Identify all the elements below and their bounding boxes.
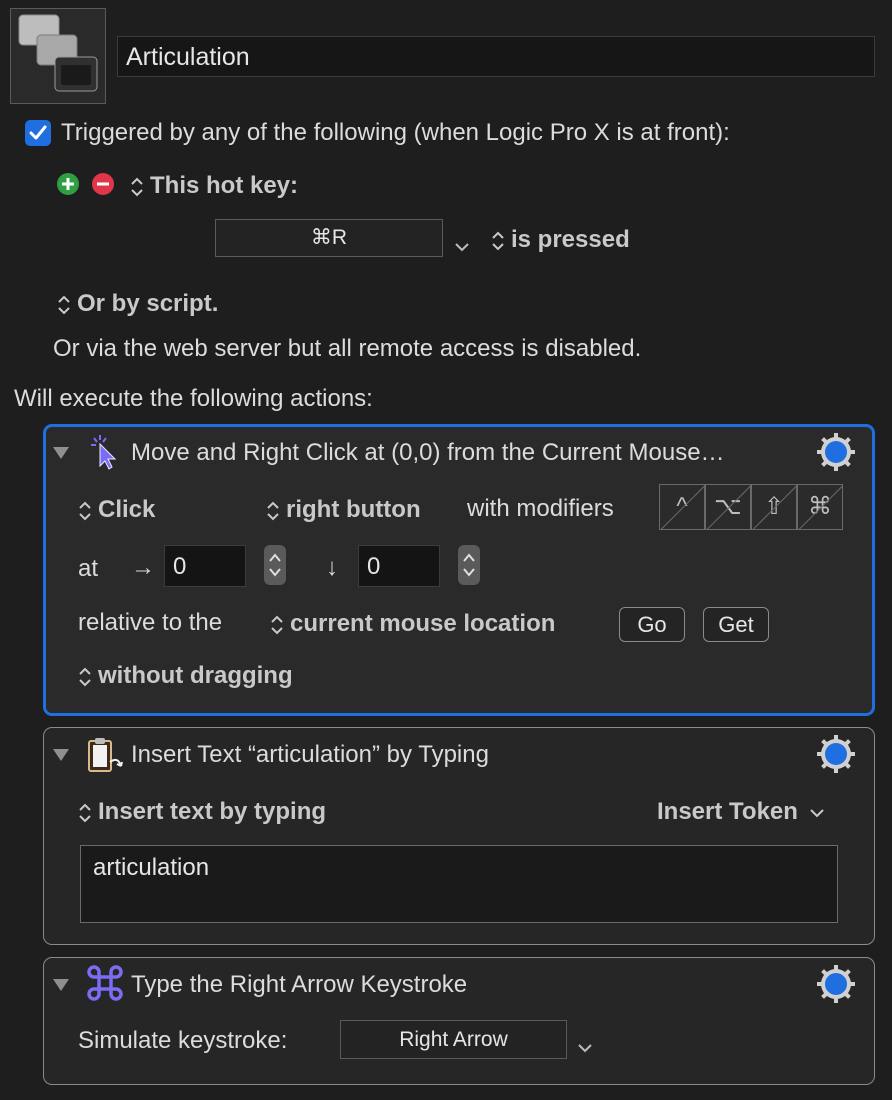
control-modifier-toggle[interactable]: ^ [659,484,705,530]
chevron-down-icon[interactable] [454,232,470,260]
hotkey-value: ⌘R [310,226,348,249]
gear-icon[interactable] [816,432,856,472]
updown-icon [266,500,280,522]
insert-mode-label: Insert text by typing [98,798,327,825]
disclosure-triangle-icon[interactable] [53,749,69,761]
hotkey-condition-label: is pressed [511,226,630,253]
click-mode-label: Click [98,496,156,523]
shift-modifier-toggle[interactable]: ⇧ [751,484,797,530]
action2-title: Insert Text “articulation” by Typing [131,741,489,768]
y-offset-stepper[interactable] [458,545,480,585]
actions-heading: Will execute the following actions: [14,385,373,412]
insert-token-menu[interactable]: Insert Token [657,798,825,826]
gear-icon[interactable] [816,964,856,1004]
y-offset-field[interactable]: 0 [358,545,440,587]
disclosure-triangle-icon[interactable] [53,979,69,991]
macro-name-value: Articulation [126,43,250,71]
insert-token-label: Insert Token [657,798,798,825]
script-trigger-label: Or by script. [77,290,219,317]
macro-name-field[interactable]: Articulation [117,36,875,77]
at-label: at [78,555,99,582]
hotkey-field[interactable]: ⌘R [215,219,443,257]
webserver-note: Or via the web server but all remote acc… [53,335,642,362]
relative-to-popup[interactable]: current mouse location [270,610,555,638]
trigger-heading: Triggered by any of the following (when … [61,119,730,146]
updown-icon [491,230,505,252]
updown-icon [78,666,92,688]
cursor-click-icon [88,434,122,477]
command-key-icon [87,965,123,1008]
action3-title: Type the Right Arrow Keystroke [131,971,468,998]
y-offset-value: 0 [367,553,381,580]
updown-icon [270,614,284,636]
click-mode-popup[interactable]: Click [78,496,155,524]
relative-label: relative to the [78,609,223,636]
mouse-button-label: right button [286,496,421,523]
relative-to-label: current mouse location [290,610,556,637]
x-offset-field[interactable]: 0 [164,545,246,587]
hotkey-label: This hot key: [150,172,299,199]
remove-trigger-icon[interactable] [92,173,114,195]
hotkey-condition-popup[interactable]: is pressed [491,226,630,254]
hotkey-type-popup[interactable]: This hot key: [130,172,298,200]
gear-icon[interactable] [816,734,856,774]
updown-icon [57,294,71,316]
chevron-down-icon [809,809,824,818]
go-button[interactable]: Go [619,607,685,642]
keystroke-value: Right Arrow [399,1028,508,1051]
chevron-down-icon[interactable] [577,1033,593,1061]
mouse-button-popup[interactable]: right button [266,496,421,524]
drag-mode-popup[interactable]: without dragging [78,662,293,690]
keystroke-field[interactable]: Right Arrow [340,1020,567,1059]
text-to-type-value: articulation [93,854,210,881]
modifiers-label: with modifiers [467,495,614,522]
add-trigger-icon[interactable] [57,173,79,195]
updown-icon [78,500,92,522]
option-modifier-toggle[interactable]: ⌥ [705,484,751,530]
text-to-type-field[interactable]: articulation [80,845,838,923]
updown-icon [130,176,144,198]
get-button[interactable]: Get [703,607,769,642]
drag-mode-label: without dragging [98,662,293,689]
clipboard-icon [86,736,126,781]
x-offset-stepper[interactable] [264,545,286,585]
x-offset-value: 0 [173,553,187,580]
script-trigger-popup[interactable]: Or by script. [57,290,218,318]
disclosure-triangle-icon[interactable] [53,447,69,459]
simulate-keystroke-label: Simulate keystroke: [78,1027,288,1054]
updown-icon [78,802,92,824]
macro-icon[interactable] [10,8,106,104]
action1-title: Move and Right Click at (0,0) from the C… [131,439,725,466]
trigger-checkbox[interactable] [25,120,51,146]
right-arrow-icon: → [131,554,155,581]
down-arrow-icon: ↓ [326,554,338,581]
command-modifier-toggle[interactable]: ⌘ [797,484,843,530]
insert-mode-popup[interactable]: Insert text by typing [78,798,326,826]
